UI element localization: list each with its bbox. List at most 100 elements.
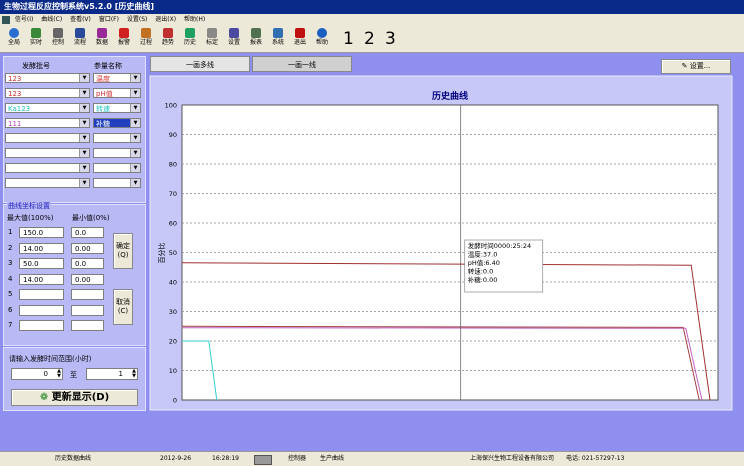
chart-frame: [149, 75, 733, 411]
max-value-input[interactable]: 150.0: [19, 227, 64, 238]
exit-icon: [295, 28, 305, 38]
tb-exit-button[interactable]: 退出: [290, 27, 310, 51]
batch-select[interactable]: ▼: [5, 178, 90, 188]
param-select[interactable]: ▼: [93, 133, 141, 143]
time-to-label: 至: [70, 371, 77, 379]
max-header: 最大值(100%): [7, 214, 54, 222]
tb-alarm-button[interactable]: 报警: [114, 27, 134, 51]
chevron-down-icon[interactable]: ▼: [79, 74, 89, 82]
tb-process-flow-button[interactable]: 流程: [70, 27, 90, 51]
time-range-panel: 请输入发酵时间范围(小时) 0 ▲ ▼ 至 1 ▲ ▼ ❁ 更新显示(D): [3, 347, 146, 411]
max-value-input[interactable]: 14.00: [19, 242, 64, 254]
chevron-down-icon[interactable]: ▼: [79, 89, 89, 97]
chevron-down-icon[interactable]: ▼: [130, 134, 140, 142]
chevron-down-icon[interactable]: ▼: [130, 149, 140, 157]
tb-trend-button[interactable]: 趋势: [158, 27, 178, 51]
min-value-input[interactable]: 0.0: [71, 258, 104, 269]
menu-item-window[interactable]: 窗口(F): [99, 16, 119, 23]
refresh-display-button[interactable]: ❁ 更新显示(D): [11, 389, 138, 406]
menu-item-help[interactable]: 帮助(H): [184, 16, 205, 23]
tb-realtime-button[interactable]: 实时: [26, 27, 46, 51]
tb-data-button[interactable]: 数据: [92, 27, 112, 51]
max-value-input[interactable]: [19, 289, 64, 300]
param-select[interactable]: ▼: [93, 148, 141, 158]
alarm-icon: [119, 28, 129, 38]
time-to-input[interactable]: 1 ▲ ▼: [86, 368, 138, 380]
min-value-input[interactable]: 0.00: [71, 273, 104, 285]
batch-select[interactable]: 123 ▼: [5, 73, 90, 83]
confirm-button[interactable]: 确定 (Q): [113, 233, 133, 269]
chevron-down-icon[interactable]: ▼: [130, 74, 140, 82]
batch-select[interactable]: Ka123 ▼: [5, 103, 90, 113]
time-from-input[interactable]: 0 ▲ ▼: [11, 368, 63, 380]
batch-select[interactable]: ▼: [5, 163, 90, 173]
spin-icon[interactable]: ▲ ▼: [132, 369, 136, 379]
menu-app-icon: [2, 15, 10, 24]
max-value-input[interactable]: [19, 304, 64, 316]
min-header: 最小值(0%): [72, 214, 110, 222]
y-tick-label: 90: [169, 131, 177, 139]
chevron-down-icon[interactable]: ▼: [79, 149, 89, 157]
tb-settings-button[interactable]: 设置: [224, 27, 244, 51]
chevron-down-icon[interactable]: ▼: [130, 164, 140, 172]
tb-help-button[interactable]: 帮助: [312, 27, 332, 51]
menu-item-signal[interactable]: 信号(I): [15, 16, 33, 23]
min-value-input[interactable]: [71, 320, 104, 331]
chevron-down-icon[interactable]: ▼: [130, 104, 140, 112]
page-1-button[interactable]: 1: [343, 29, 354, 49]
min-value-input[interactable]: 0.0: [71, 227, 104, 238]
chevron-down-icon[interactable]: ▼: [79, 179, 89, 187]
settings-button[interactable]: ✎ 设置...: [661, 59, 731, 74]
max-value-input[interactable]: 50.0: [19, 258, 64, 269]
tb-control-button[interactable]: 控制: [48, 27, 68, 51]
tb-system-button[interactable]: 系统: [268, 27, 288, 51]
max-value-input[interactable]: [19, 320, 64, 331]
param-select[interactable]: pH值 ▼: [93, 88, 141, 98]
tb-calibrate-button[interactable]: 标定: [202, 27, 222, 51]
batch-select[interactable]: ▼: [5, 148, 90, 158]
chevron-down-icon[interactable]: ▼: [130, 119, 140, 127]
batch-select[interactable]: 123 ▼: [5, 88, 90, 98]
tb-process-button[interactable]: 过程: [136, 27, 156, 51]
max-value-input[interactable]: 14.00: [19, 273, 64, 285]
flow-icon: [75, 28, 85, 38]
chevron-down-icon[interactable]: ▼: [130, 179, 140, 187]
chevron-down-icon[interactable]: ▼: [130, 89, 140, 97]
tab-single-line[interactable]: 一画一线: [252, 56, 352, 72]
cancel-button[interactable]: 取消 (C): [113, 289, 133, 325]
min-value-input[interactable]: 0.00: [71, 242, 104, 254]
tb-report-button[interactable]: 报表: [246, 27, 266, 51]
save-curve-button[interactable]: ▣ 保存曲线: [625, 80, 711, 97]
param-select[interactable]: ▼: [93, 163, 141, 173]
menu-item-view[interactable]: 查看(V): [70, 16, 91, 23]
batch-select[interactable]: 111 ▼: [5, 118, 90, 128]
param-select[interactable]: ▼: [93, 178, 141, 188]
param-select[interactable]: 补糖 ▼: [93, 118, 141, 128]
batch-select[interactable]: ▼: [5, 133, 90, 143]
tb-global-button[interactable]: 全局: [4, 27, 24, 51]
min-value-input[interactable]: [71, 289, 104, 300]
chevron-down-icon[interactable]: ▼: [79, 104, 89, 112]
menu-item-settings[interactable]: 设置(S): [127, 16, 148, 23]
y-tick-label: 40: [169, 279, 177, 287]
chevron-down-icon[interactable]: ▼: [79, 119, 89, 127]
range-row-number: 4: [8, 274, 13, 283]
spin-icon[interactable]: ▲ ▼: [57, 369, 61, 379]
globe-icon: [9, 28, 19, 38]
keyboard-icon: [254, 455, 272, 465]
y-tick-label: 0: [173, 397, 177, 405]
min-value-input[interactable]: [71, 304, 104, 316]
range-row-number: 7: [8, 321, 13, 329]
y-tick-label: 100: [165, 102, 177, 110]
tab-multi-line[interactable]: 一画多线: [150, 56, 250, 72]
page-2-button[interactable]: 2: [364, 29, 375, 49]
page-3-button[interactable]: 3: [385, 29, 396, 49]
menu-item-exit[interactable]: 退出(X): [155, 16, 176, 23]
chevron-down-icon[interactable]: ▼: [79, 134, 89, 142]
param-select[interactable]: 转速 ▼: [93, 103, 141, 113]
chevron-down-icon[interactable]: ▼: [79, 164, 89, 172]
menu-item-curve[interactable]: 曲线(C): [41, 16, 62, 23]
param-select[interactable]: 温度 ▼: [93, 73, 141, 83]
tooltip-line: pH值:6.40: [468, 258, 500, 267]
tb-history-button[interactable]: 历史: [180, 27, 200, 51]
